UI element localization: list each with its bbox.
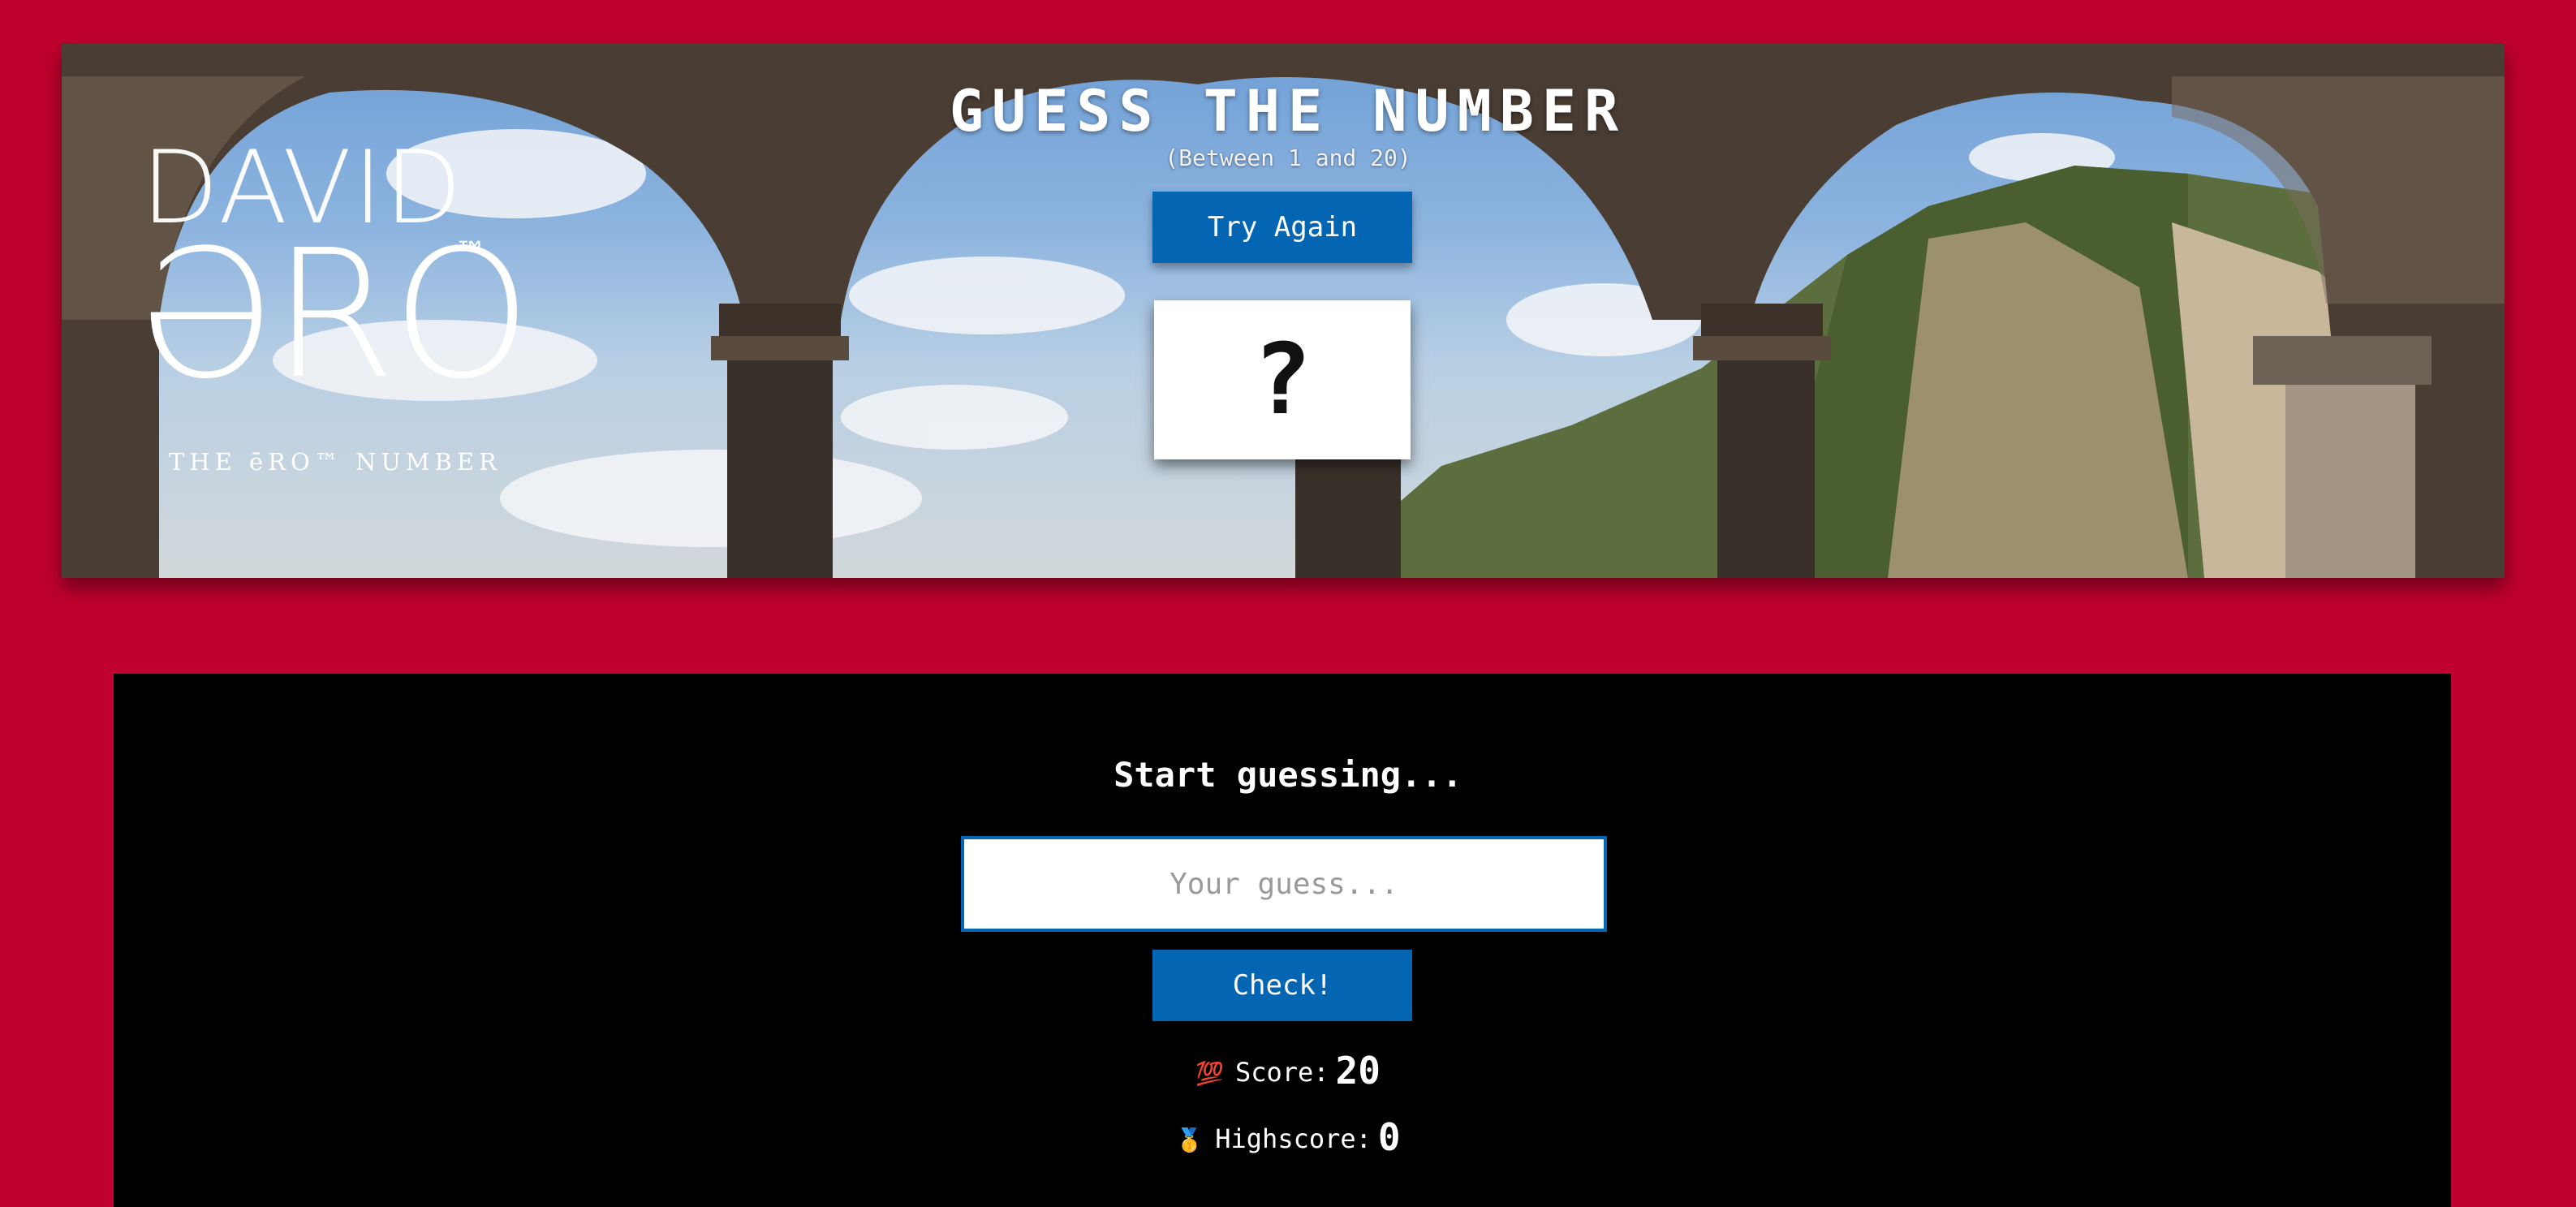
- range-hint: (Between 1 and 20): [1165, 144, 1411, 171]
- guess-input[interactable]: [961, 836, 1607, 932]
- highscore-display: 🥇 Highscore: 0: [0, 1115, 2576, 1159]
- score-label: Score:: [1234, 1057, 1329, 1088]
- hundred-points-icon: 💯: [1195, 1060, 1224, 1087]
- page-title: GUESS THE NUMBER: [949, 78, 1627, 144]
- highscore-label: Highscore:: [1215, 1123, 1372, 1154]
- logo-tagline: THE ēRO™ NUMBER: [169, 448, 502, 476]
- medal-icon: 🥇: [1175, 1127, 1204, 1153]
- check-button[interactable]: Check!: [1152, 950, 1412, 1021]
- score-value: 20: [1335, 1049, 1381, 1093]
- highscore-value: 0: [1377, 1115, 1401, 1159]
- status-message: Start guessing...: [1114, 755, 1462, 795]
- secret-number-box: ?: [1154, 300, 1411, 459]
- logo-trademark: ™: [454, 235, 487, 273]
- score-display: 💯 Score: 20: [0, 1049, 2576, 1093]
- try-again-button[interactable]: Try Again: [1152, 192, 1412, 263]
